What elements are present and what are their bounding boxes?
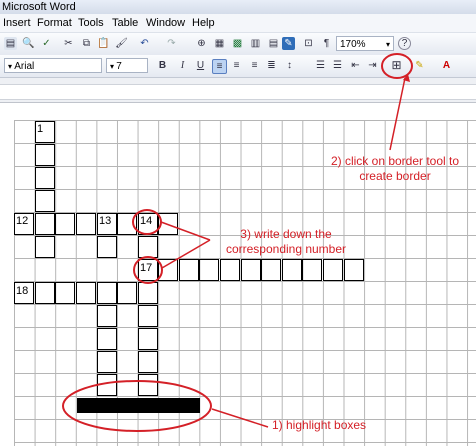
annotation-write-number: 3) write down the corresponding number xyxy=(206,227,366,257)
annotation-text: create border xyxy=(359,169,431,183)
highlight-ellipse xyxy=(62,380,212,432)
annotation-text: 3) write down the xyxy=(240,227,332,241)
border-tool-circle xyxy=(381,53,413,79)
arrow-to-17 xyxy=(161,239,211,269)
annotation-border-tool: 2) click on border tool to create border xyxy=(316,154,474,184)
arrow-to-highlight xyxy=(211,408,269,428)
annotation-overlay xyxy=(62,53,413,432)
arrow-to-14 xyxy=(160,221,211,241)
number-14-circle xyxy=(132,209,162,235)
border-arrow-line xyxy=(389,77,406,151)
annotation-text: 2) click on border tool to xyxy=(330,154,460,168)
number-17-circle xyxy=(133,256,163,284)
annotation-highlight: 1) highlight boxes xyxy=(272,418,367,432)
annotation-text: corresponding number xyxy=(225,242,347,256)
